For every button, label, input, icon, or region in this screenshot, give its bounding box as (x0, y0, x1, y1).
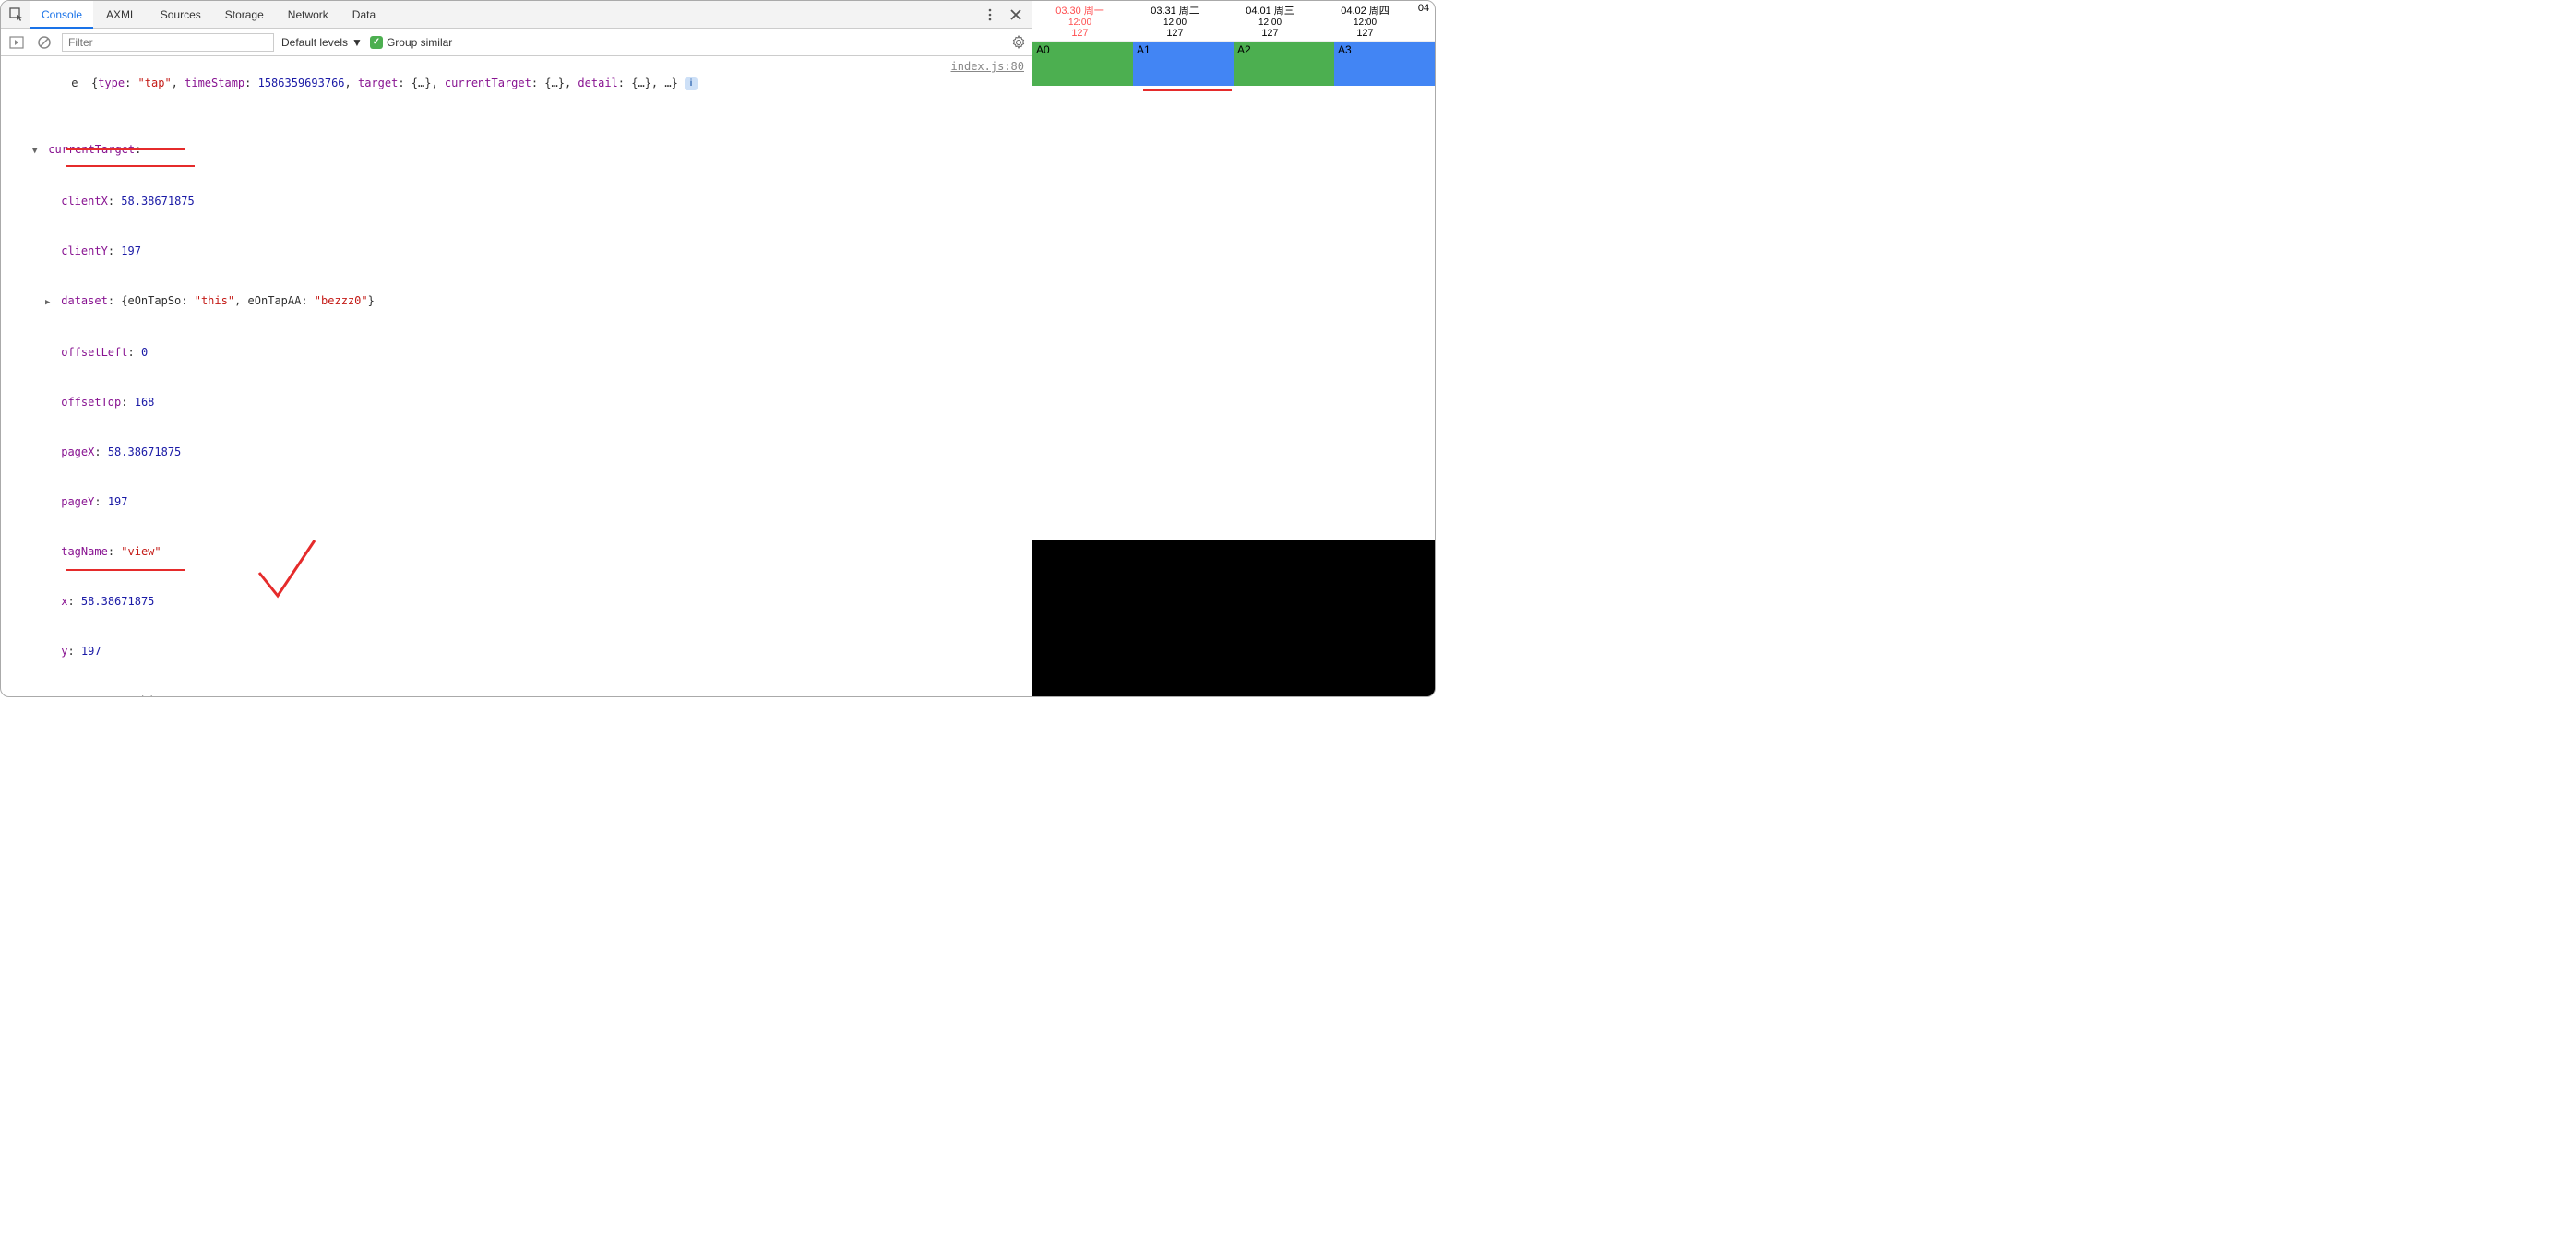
annotation-checkmark (250, 536, 324, 610)
source-link[interactable]: index.js:80 (942, 58, 1024, 696)
tab-storage[interactable]: Storage (214, 1, 275, 29)
date-tabs: 03.30 周一 12:00 127 03.31 周二 12:00 127 04… (1032, 1, 1435, 42)
date-tab[interactable]: 04.02 周四 12:00 127 (1318, 1, 1413, 41)
simulator-panel: 03.30 周一 12:00 127 03.31 周二 12:00 127 04… (1032, 1, 1435, 696)
console-output[interactable]: e {type: "tap", timeStamp: 1586359693766… (1, 56, 1032, 696)
tab-data[interactable]: Data (341, 1, 387, 29)
expand-toggle[interactable] (45, 292, 54, 311)
simulator-canvas[interactable] (1032, 91, 1435, 540)
console-toolbar: Default levels ▼ ✓ Group similar (1, 29, 1032, 56)
date-tab[interactable]: 03.31 周二 12:00 127 (1127, 1, 1222, 41)
block-row: A0 A1 A2 A3 (1032, 42, 1435, 86)
annotation-mark (66, 165, 195, 167)
annotation-mark (66, 569, 185, 571)
tab-axml[interactable]: AXML (95, 1, 148, 29)
log-levels-dropdown[interactable]: Default levels ▼ (281, 36, 363, 49)
filter-input[interactable] (62, 33, 274, 52)
simulator-frame-bottom (1032, 540, 1435, 696)
group-similar-toggle[interactable]: ✓ Group similar (370, 36, 452, 49)
log-levels-label: Default levels (281, 36, 348, 49)
expand-toggle[interactable] (45, 693, 54, 696)
log-prefix: e (71, 77, 78, 89)
grid-cell[interactable]: A2 (1234, 42, 1334, 86)
grid-cell[interactable]: A1 (1133, 42, 1234, 86)
group-similar-label: Group similar (387, 36, 452, 49)
info-icon[interactable]: i (685, 77, 698, 90)
grid-cell[interactable]: A3 (1334, 42, 1435, 86)
close-icon[interactable] (1004, 3, 1028, 27)
tab-console[interactable]: Console (30, 1, 93, 29)
grid-cell[interactable]: A0 (1032, 42, 1133, 86)
settings-icon[interactable] (1011, 35, 1026, 50)
inspect-icon[interactable] (5, 3, 29, 27)
sidebar-toggle-icon[interactable] (6, 32, 27, 53)
annotation-mark (66, 148, 185, 150)
tab-network[interactable]: Network (277, 1, 340, 29)
chevron-down-icon: ▼ (352, 36, 363, 49)
clear-console-icon[interactable] (34, 32, 54, 53)
expand-toggle[interactable] (32, 141, 42, 160)
checkmark-icon: ✓ (370, 36, 383, 49)
date-tab[interactable]: 03.30 周一 12:00 127 (1032, 1, 1127, 41)
more-icon[interactable] (978, 3, 1002, 27)
date-tab[interactable]: 04 (1413, 1, 1435, 41)
devtools-tabbar: Console AXML Sources Storage Network Dat… (1, 1, 1032, 29)
tab-sources[interactable]: Sources (149, 1, 212, 29)
date-tab[interactable]: 04.01 周三 12:00 127 (1222, 1, 1318, 41)
